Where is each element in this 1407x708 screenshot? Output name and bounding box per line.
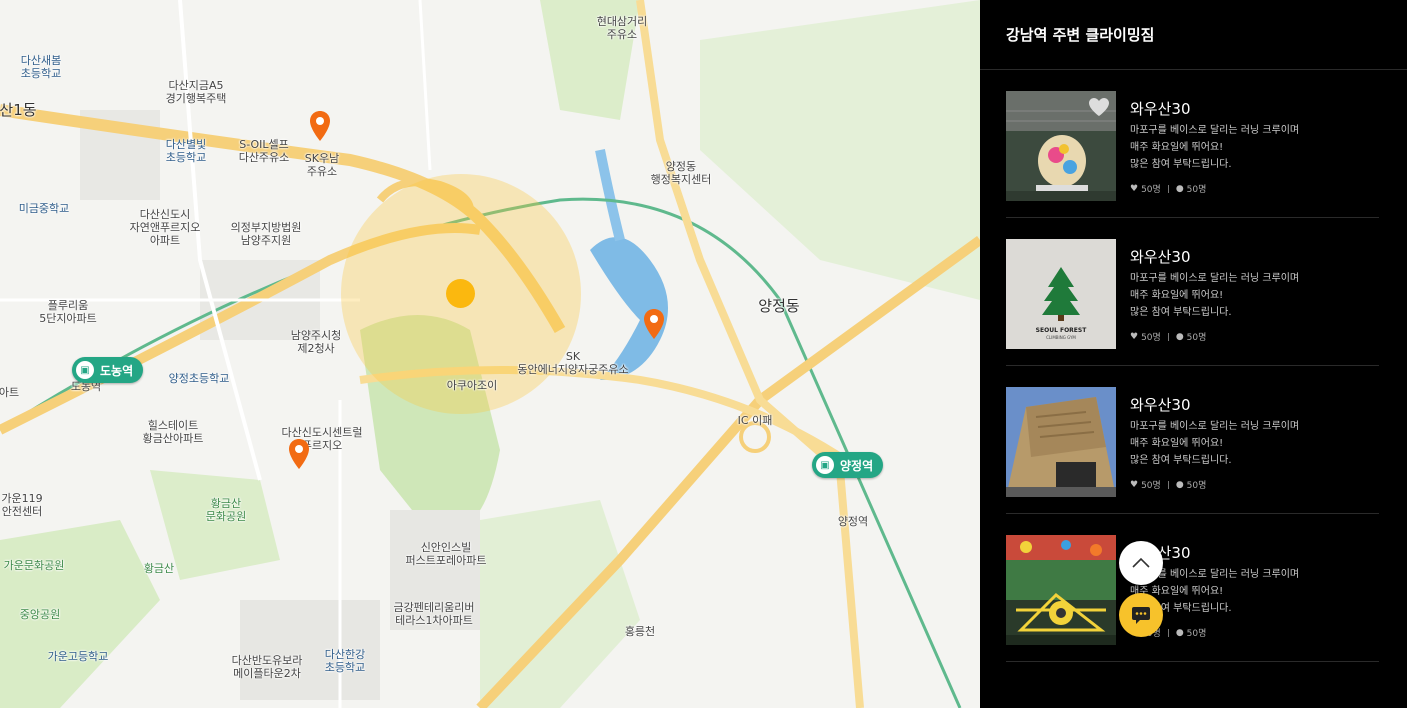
map-view[interactable]: 현대삼거리 주유소다산새봄 초등학교다산지금A5 경기행복주택산1동다산별빛 초… xyxy=(0,0,980,708)
map-pin-icon xyxy=(289,439,309,469)
divider xyxy=(1167,628,1169,637)
map-label: 가운고등학교 xyxy=(47,650,109,663)
map-label: 산1동 xyxy=(0,101,37,119)
gym-pin-2[interactable] xyxy=(643,308,665,340)
thumb-logo-text: SEOUL FOREST xyxy=(1036,327,1088,334)
map-label: 홍릉천 xyxy=(624,625,656,638)
map-label: 다산지금A5 경기행복주택 xyxy=(165,79,227,105)
map-label: 다산반도유보라 메이플타운2차 xyxy=(231,654,303,680)
gym-thumbnail xyxy=(1006,91,1116,201)
gym-name: 와우산30 xyxy=(1130,100,1191,118)
divider xyxy=(1167,480,1169,489)
gym-thumbnail xyxy=(1006,387,1116,497)
gym-stats: ♥50명●50명 xyxy=(1130,182,1207,196)
map-label: 가운119 안전센터 xyxy=(1,492,43,518)
chat-button[interactable] xyxy=(1119,593,1163,637)
map-label: 아트 xyxy=(0,386,20,399)
member-count: 50명 xyxy=(1186,185,1207,195)
like-count: 50명 xyxy=(1141,333,1161,343)
subway-station-badge[interactable]: ▣ 양정역 xyxy=(812,452,884,478)
map-label: 양정동 xyxy=(758,297,800,315)
person-icon: ● xyxy=(1175,183,1184,194)
divider xyxy=(1167,332,1169,341)
subway-icon: ▣ xyxy=(76,361,94,379)
map-label: 양정초등학교 xyxy=(168,372,230,385)
map-label: SK우남 주유소 xyxy=(304,152,340,178)
member-count: 50명 xyxy=(1186,333,1207,343)
chat-icon xyxy=(1132,607,1150,624)
station-name: 양정역 xyxy=(840,458,874,473)
like-count: 50명 xyxy=(1141,185,1161,195)
gym-thumbnail xyxy=(1006,535,1116,645)
subway-icon: ▣ xyxy=(816,456,834,474)
gym-stats: ♥50명●50명 xyxy=(1130,478,1207,492)
gym-stats: ♥50명●50명 xyxy=(1130,330,1207,344)
heart-icon: ♥ xyxy=(1130,479,1139,490)
gym-name: 와우산30 xyxy=(1130,248,1191,266)
gym-list-item[interactable]: 와우산30 마포구를 베이스로 달리는 러닝 크루이며 매주 화요일에 뛰어요! … xyxy=(1006,70,1379,218)
chevron-up-icon xyxy=(1132,557,1150,568)
heart-icon: ♥ xyxy=(1130,183,1139,194)
subway-station-badge[interactable]: ▣ 도농역 xyxy=(72,357,144,383)
like-count: 50명 xyxy=(1141,481,1161,491)
map-label: S-OIL셀프 다산주유소 xyxy=(238,138,290,164)
station-name: 도농역 xyxy=(100,363,134,378)
map-label: 남양주시청 제2청사 xyxy=(290,329,342,355)
map-label: 다산별빛 초등학교 xyxy=(165,138,207,164)
map-label: 다산신도시 자연앤푸르지오 아파트 xyxy=(129,208,201,247)
member-count: 50명 xyxy=(1186,629,1207,639)
gym-thumbnail: SEOUL FOREST CLIMBING GYM xyxy=(1006,239,1116,349)
person-icon: ● xyxy=(1175,331,1184,342)
map-label: 의정부지방법원 남양주지원 xyxy=(230,221,302,247)
gym-list-item[interactable]: SEOUL FOREST CLIMBING GYM 와우산30 마포구를 베이스로 달… xyxy=(1006,218,1379,366)
heart-icon: ♥ xyxy=(1130,331,1139,342)
panel-title: 강남역 주변 클라이밍짐 xyxy=(1006,26,1155,44)
map-label: 현대삼거리 주유소 xyxy=(596,15,648,41)
map-label: SK 동안에너지양자궁주유소 xyxy=(517,350,629,376)
map-label: 가운문화공원 xyxy=(3,559,65,572)
map-label: 양정역 xyxy=(837,515,869,528)
gym-list-item[interactable]: 와우산30마포구를 베이스로 달리는 러닝 크루이며 매주 화요일에 뛰어요! … xyxy=(1006,514,1379,662)
panel-header: 강남역 주변 클라이밍짐 xyxy=(980,0,1407,70)
scroll-top-button[interactable] xyxy=(1119,541,1163,585)
gym-list-item[interactable]: 와우산30 마포구를 베이스로 달리는 러닝 크루이며 매주 화요일에 뛰어요! … xyxy=(1006,366,1379,514)
gym-name: 와우산30 xyxy=(1130,396,1191,414)
map-label: 금강펜테리움리버 테라스1차아파트 xyxy=(393,601,475,627)
map-label: 다산새봄 초등학교 xyxy=(20,54,62,80)
map-label: 플루리움 5단지아파트 xyxy=(39,299,97,325)
gym-pin-1[interactable] xyxy=(309,110,331,142)
gym-description: 마포구를 베이스로 달리는 러닝 크루이며 매주 화요일에 뛰어요! 많은 참여… xyxy=(1130,125,1300,170)
gym-list: 와우산30 마포구를 베이스로 달리는 러닝 크루이며 매주 화요일에 뛰어요! … xyxy=(980,70,1407,662)
map-label: 양정동 행정복지센터 xyxy=(650,160,712,186)
map-pin-icon xyxy=(644,309,664,339)
gym-pin-3[interactable] xyxy=(288,438,310,470)
map-label: IC 이패 xyxy=(737,414,773,427)
map-label: 다산한강 초등학교 xyxy=(324,648,366,674)
map-label: 황금산 문화공원 xyxy=(205,497,247,523)
gym-list-panel: 강남역 주변 클라이밍짐 와우산30 마포구를 베이스로 달리는 러닝 크루이며 … xyxy=(980,0,1407,708)
divider xyxy=(1167,184,1169,193)
map-label: 신안인스빌 퍼스트포레아파트 xyxy=(405,541,487,567)
map-label: 아쿠아조이 xyxy=(446,379,498,392)
favorite-heart-icon[interactable] xyxy=(1088,97,1110,117)
map-pin-icon xyxy=(310,111,330,141)
map-label: 미금중학교 xyxy=(18,202,70,215)
map-label: 중앙공원 xyxy=(19,608,61,621)
map-label: 힐스테이트 황금산아파트 xyxy=(142,419,204,445)
person-icon: ● xyxy=(1175,627,1184,638)
map-label: 황금산 xyxy=(143,562,175,575)
member-count: 50명 xyxy=(1186,481,1207,491)
thumb-logo-subtext: CLIMBING GYM xyxy=(1046,335,1076,340)
gym-description: 마포구를 베이스로 달리는 러닝 크루이며 매주 화요일에 뛰어요! 많은 참여… xyxy=(1130,421,1300,466)
current-location-marker xyxy=(446,279,475,308)
gym-description: 마포구를 베이스로 달리는 러닝 크루이며 매주 화요일에 뛰어요! 많은 참여… xyxy=(1130,273,1300,318)
person-icon: ● xyxy=(1175,479,1184,490)
